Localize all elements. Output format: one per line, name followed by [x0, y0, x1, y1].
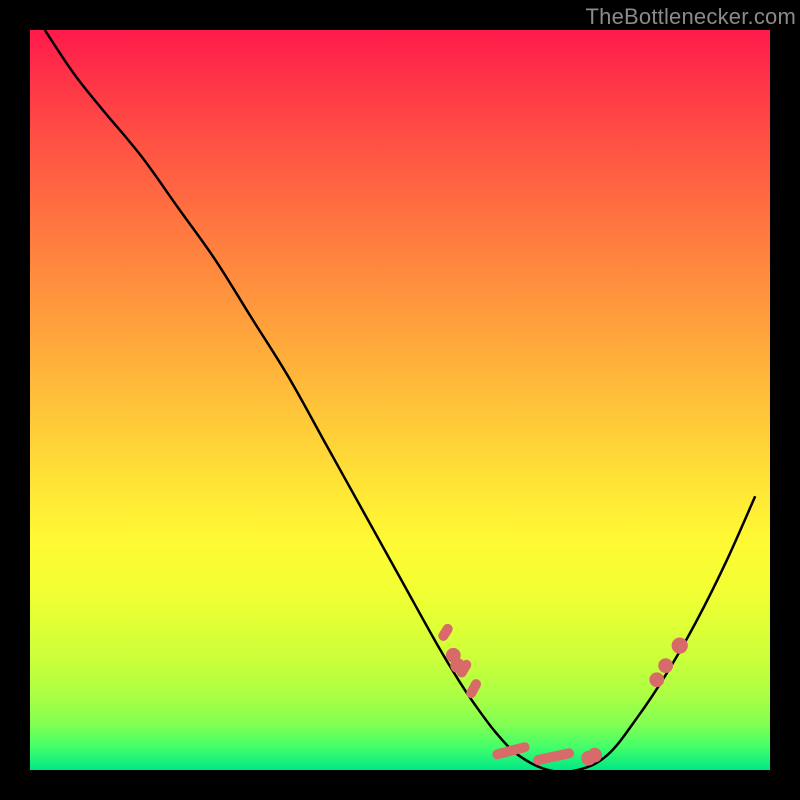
data-markers: [436, 622, 687, 766]
watermark-text: TheBottlenecker.com: [586, 4, 796, 30]
marker-dot: [587, 748, 602, 763]
bottleneck-curve: [45, 30, 755, 772]
marker-dot: [672, 638, 688, 654]
marker-dot: [658, 658, 673, 673]
marker-pill: [464, 677, 482, 700]
marker-pill: [532, 747, 575, 766]
plot-area: [30, 30, 770, 770]
chart-overlay: [30, 30, 770, 770]
marker-pill: [436, 622, 454, 643]
figure-root: TheBottlenecker.com: [0, 0, 800, 800]
marker-pill: [491, 741, 531, 760]
marker-dot: [649, 672, 664, 687]
